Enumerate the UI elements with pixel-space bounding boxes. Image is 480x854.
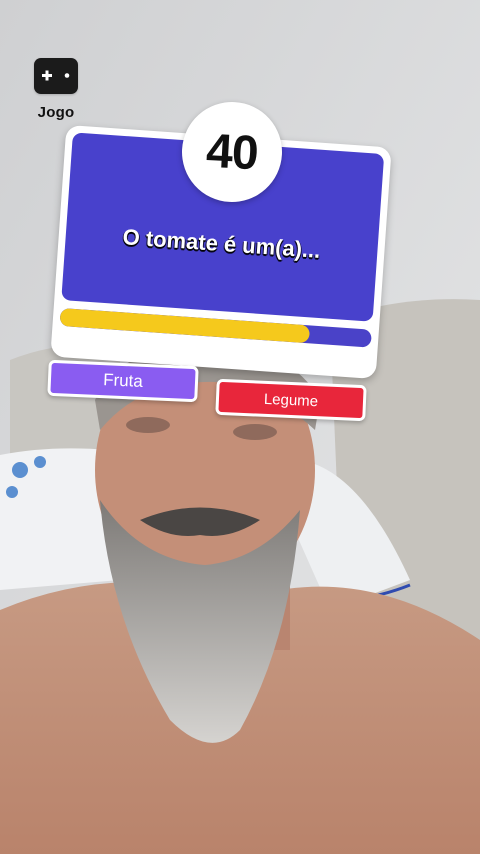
answer-label-fruta: Fruta	[102, 370, 144, 391]
score-value: 40	[204, 124, 260, 180]
answer-label-legume: Legume	[263, 390, 319, 410]
answer-button-legume[interactable]: Legume	[215, 378, 367, 422]
game-label: Jogo	[37, 104, 75, 121]
game-badge[interactable]: Jogo	[30, 58, 82, 128]
answer-button-fruta[interactable]: Fruta	[47, 359, 199, 403]
question-text: O tomate é um(a)...	[121, 224, 322, 263]
gamepad-icon	[34, 58, 78, 94]
